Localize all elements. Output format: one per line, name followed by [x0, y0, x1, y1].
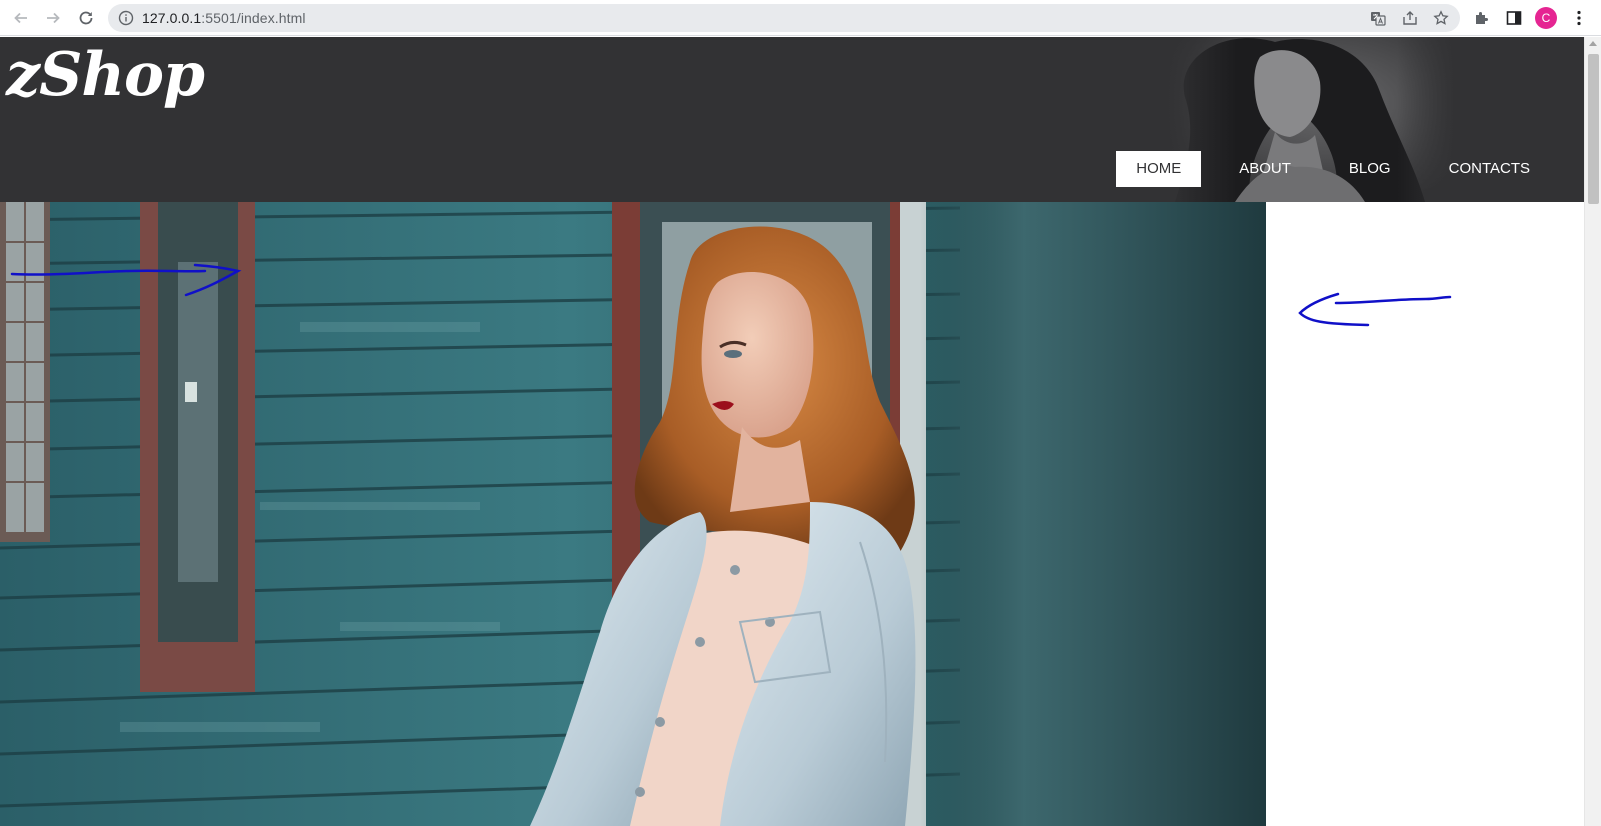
puzzle-icon — [1476, 12, 1488, 24]
profile-avatar[interactable]: C — [1535, 7, 1557, 29]
page-viewport: zShop HOME ABOUT BLOG CONTACTS — [0, 37, 1584, 826]
nav-blog[interactable]: BLOG — [1329, 151, 1411, 187]
browser-toolbar: 127.0.0.1:5501/index.html C — [0, 0, 1601, 36]
nav-about[interactable]: ABOUT — [1219, 151, 1311, 187]
info-icon[interactable] — [118, 10, 134, 26]
kebab-menu-icon — [1577, 10, 1581, 26]
translate-icon[interactable] — [1370, 10, 1386, 26]
url-path: :5501/index.html — [201, 10, 306, 26]
nav-home[interactable]: HOME — [1116, 151, 1202, 187]
side-panel-icon — [1506, 11, 1522, 25]
back-arrow-icon — [14, 12, 27, 24]
extensions-button[interactable] — [1472, 8, 1492, 28]
page-side-area — [1266, 202, 1584, 826]
browser-menu-button[interactable] — [1569, 8, 1589, 28]
scrollbar-thumb[interactable] — [1588, 54, 1599, 204]
hero-image — [0, 202, 1266, 826]
url-text[interactable]: 127.0.0.1:5501/index.html — [142, 4, 306, 32]
page-scrollbar[interactable] — [1584, 37, 1601, 826]
site-header: zShop HOME ABOUT BLOG CONTACTS — [0, 37, 1584, 202]
reload-icon — [79, 11, 93, 25]
hero-photo-woman-denim-jacket — [0, 202, 1266, 826]
forward-button[interactable] — [40, 5, 66, 31]
nav-contacts[interactable]: CONTACTS — [1429, 151, 1550, 187]
url-host: 127.0.0.1 — [142, 10, 202, 26]
share-icon[interactable] — [1402, 10, 1418, 26]
scroll-up-arrow-icon[interactable] — [1589, 41, 1597, 46]
reload-button[interactable] — [73, 5, 99, 31]
main-navigation: HOME ABOUT BLOG CONTACTS — [1098, 151, 1550, 187]
side-panel-button[interactable] — [1504, 8, 1524, 28]
address-bar[interactable]: 127.0.0.1:5501/index.html — [108, 4, 1460, 32]
back-button[interactable] — [8, 5, 34, 31]
forward-arrow-icon — [47, 12, 60, 24]
star-icon[interactable] — [1433, 10, 1449, 26]
site-logo[interactable]: zShop — [6, 39, 205, 111]
